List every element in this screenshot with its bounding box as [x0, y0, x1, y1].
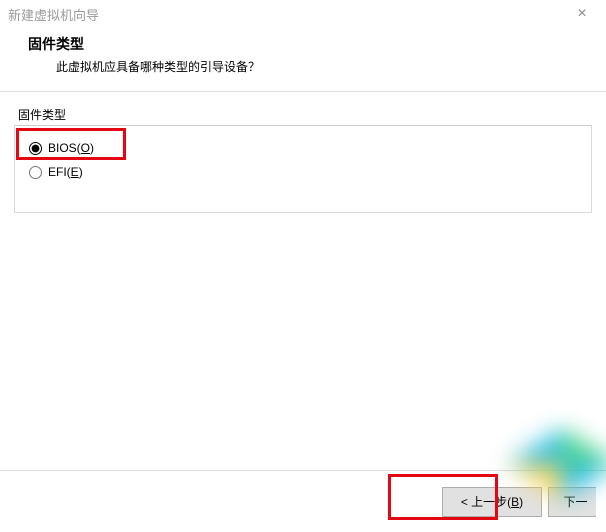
radio-bios-label[interactable]: BIOS(O): [48, 141, 94, 155]
wizard-footer: < 上一步(B) 下一: [0, 470, 606, 532]
radio-option-bios[interactable]: BIOS(O): [27, 136, 579, 160]
page-title: 固件类型: [28, 34, 590, 54]
page-subtitle: 此虚拟机应具备哪种类型的引导设备？: [28, 54, 590, 75]
radio-efi-label[interactable]: EFI(E): [48, 165, 83, 179]
radio-bios[interactable]: [29, 142, 42, 155]
window-title: 新建虚拟机向导: [8, 5, 99, 24]
wizard-body: 固件类型 BIOS(O) EFI(E): [0, 100, 606, 213]
title-bar: 新建虚拟机向导 ×: [0, 0, 606, 28]
back-button[interactable]: < 上一步(B): [442, 487, 542, 517]
radio-option-efi[interactable]: EFI(E): [27, 160, 579, 184]
firmware-group: BIOS(O) EFI(E): [14, 125, 592, 213]
next-button[interactable]: 下一: [548, 487, 596, 517]
close-icon[interactable]: ×: [562, 0, 602, 28]
wizard-header: 固件类型 此虚拟机应具备哪种类型的引导设备？: [0, 28, 606, 87]
radio-efi[interactable]: [29, 166, 42, 179]
firmware-group-label: 固件类型: [18, 106, 592, 123]
header-separator: [0, 91, 606, 92]
